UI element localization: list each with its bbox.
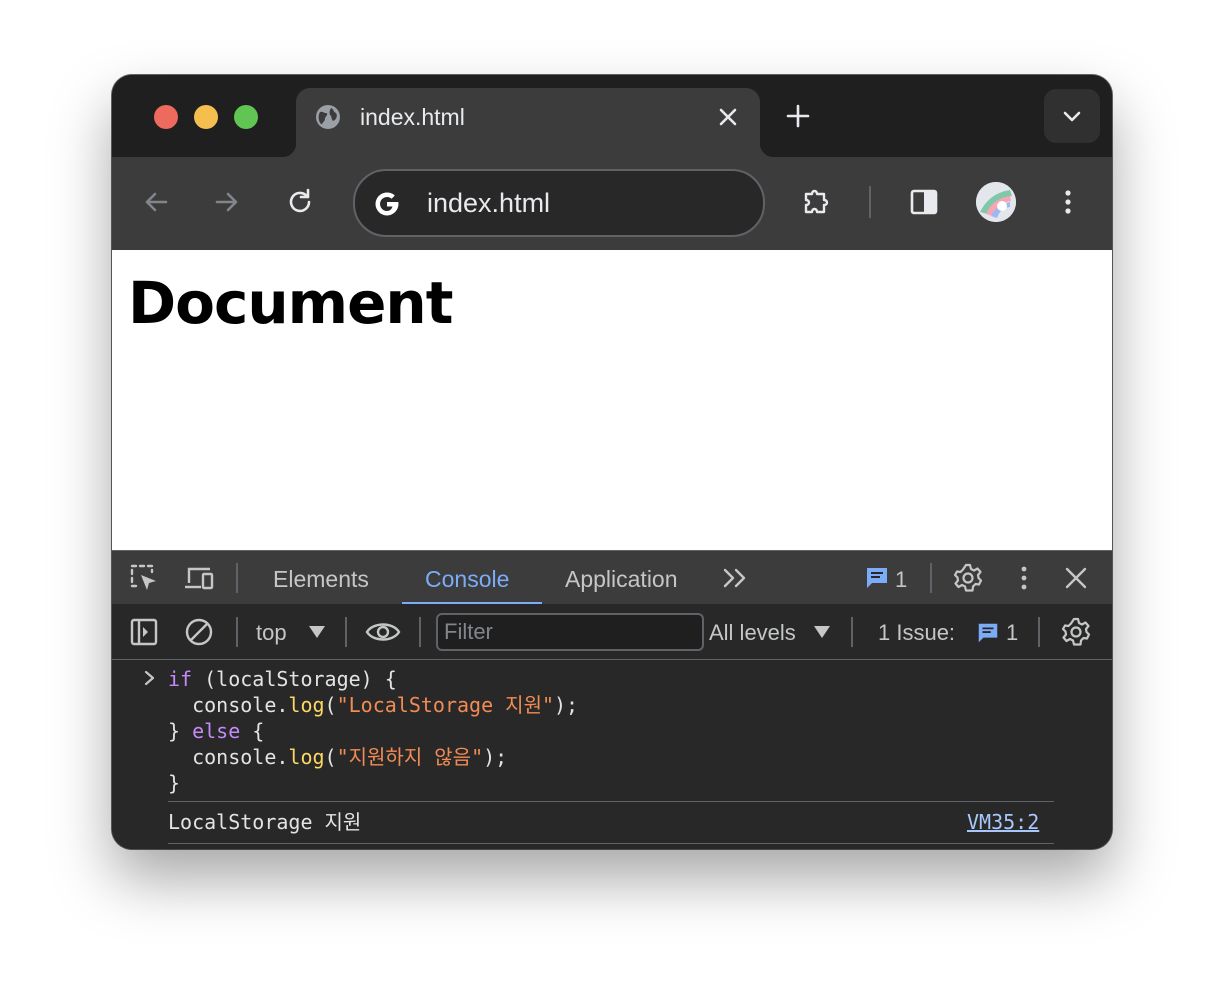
caret-down-icon [814, 626, 830, 638]
tab-title: index.html [360, 104, 465, 130]
close-icon[interactable] [714, 103, 742, 131]
gear-icon[interactable] [953, 563, 983, 593]
forward-arrow-icon[interactable] [211, 186, 243, 218]
filter-input[interactable] [436, 613, 704, 651]
back-arrow-icon[interactable] [140, 186, 172, 218]
clear-icon[interactable] [184, 617, 214, 647]
toolbar-separator [869, 186, 871, 218]
code-line: } else { [168, 718, 264, 744]
separator [930, 563, 932, 593]
chevron-down-icon [1063, 111, 1081, 122]
globe-icon [316, 105, 340, 129]
console-divider [168, 801, 1054, 802]
devtools-tab-bar: Elements Console Application 1 [112, 550, 1112, 605]
extensions-icon[interactable] [801, 186, 833, 218]
browser-window: index.html index.html Document Elements … [112, 75, 1112, 849]
tab-application[interactable]: Application [565, 565, 678, 593]
code-text: (localStorage) { [192, 667, 397, 691]
code-string: "지원하지 않음" [336, 745, 484, 769]
more-vert-icon[interactable] [1052, 186, 1084, 218]
device-toolbar-icon[interactable] [184, 563, 214, 593]
code-text: ( [324, 745, 337, 769]
console-output[interactable]: if (localStorage) { console.log("LocalSt… [112, 660, 1112, 849]
page-viewport: Document [112, 250, 1112, 550]
reload-icon[interactable] [284, 186, 316, 218]
separator [236, 617, 238, 647]
code-line: console.log("지원하지 않음"); [168, 744, 507, 770]
plus-icon[interactable] [784, 102, 812, 130]
browser-tab[interactable]: index.html [282, 88, 774, 157]
code-text: { [240, 719, 265, 743]
code-line: } [168, 771, 181, 795]
close-icon[interactable] [1061, 563, 1091, 593]
code-function: log [288, 745, 325, 769]
caret-down-icon [309, 626, 325, 638]
minimize-window-button[interactable] [194, 105, 218, 129]
separator [345, 617, 347, 647]
message-icon[interactable] [976, 621, 1000, 645]
issues-count: 1 [1006, 620, 1019, 645]
tab-console[interactable]: Console [425, 565, 509, 593]
address-bar[interactable]: index.html [353, 169, 765, 237]
tab-strip: index.html [112, 75, 1112, 157]
code-text: ( [324, 693, 337, 717]
more-tabs-icon[interactable] [721, 563, 751, 593]
console-filter-bar: top All levels 1 Issue: 1 [112, 604, 1112, 660]
zoom-window-button[interactable] [234, 105, 258, 129]
code-string: "LocalStorage 지원" [336, 693, 555, 717]
code-line: if (localStorage) { [168, 666, 397, 692]
code-keyword: else [192, 719, 241, 743]
close-window-button[interactable] [154, 105, 178, 129]
google-icon [375, 192, 399, 216]
message-count: 1 [895, 567, 908, 592]
code-line: console.log("LocalStorage 지원"); [168, 692, 578, 718]
side-panel-icon[interactable] [908, 186, 940, 218]
avatar-image [976, 182, 1016, 222]
code-text: console. [168, 745, 289, 769]
tab-search-button[interactable] [1044, 89, 1100, 143]
avatar[interactable] [976, 182, 1016, 222]
console-divider [168, 843, 1054, 844]
eye-icon[interactable] [365, 617, 401, 647]
source-link[interactable]: VM35:2 [967, 808, 1039, 836]
address-text: index.html [427, 188, 551, 218]
code-text: console. [168, 693, 289, 717]
more-vert-icon[interactable] [1009, 563, 1039, 593]
issues-label[interactable]: 1 Issue: [878, 619, 955, 647]
code-text: ); [483, 745, 508, 769]
separator [1038, 617, 1040, 647]
inspect-icon[interactable] [129, 563, 159, 593]
code-function: log [288, 693, 325, 717]
chevron-right-icon [144, 670, 155, 686]
log-levels-dropdown[interactable]: All levels [709, 619, 796, 647]
devtools-panel: Elements Console Application 1 top Filte… [112, 550, 1112, 849]
code-keyword: if [168, 667, 193, 691]
console-log-message: LocalStorage 지원 [168, 810, 362, 834]
message-icon[interactable] [864, 565, 890, 591]
browser-toolbar: index.html [112, 157, 1112, 250]
code-text: ); [554, 693, 579, 717]
sidebar-toggle-icon[interactable] [129, 617, 159, 647]
context-selector[interactable]: top [256, 619, 287, 647]
separator [236, 563, 238, 593]
separator [419, 617, 421, 647]
code-text: } [168, 719, 193, 743]
tab-elements[interactable]: Elements [273, 565, 369, 593]
separator [851, 617, 853, 647]
page-heading: Document [128, 269, 453, 337]
gear-icon[interactable] [1061, 617, 1091, 647]
